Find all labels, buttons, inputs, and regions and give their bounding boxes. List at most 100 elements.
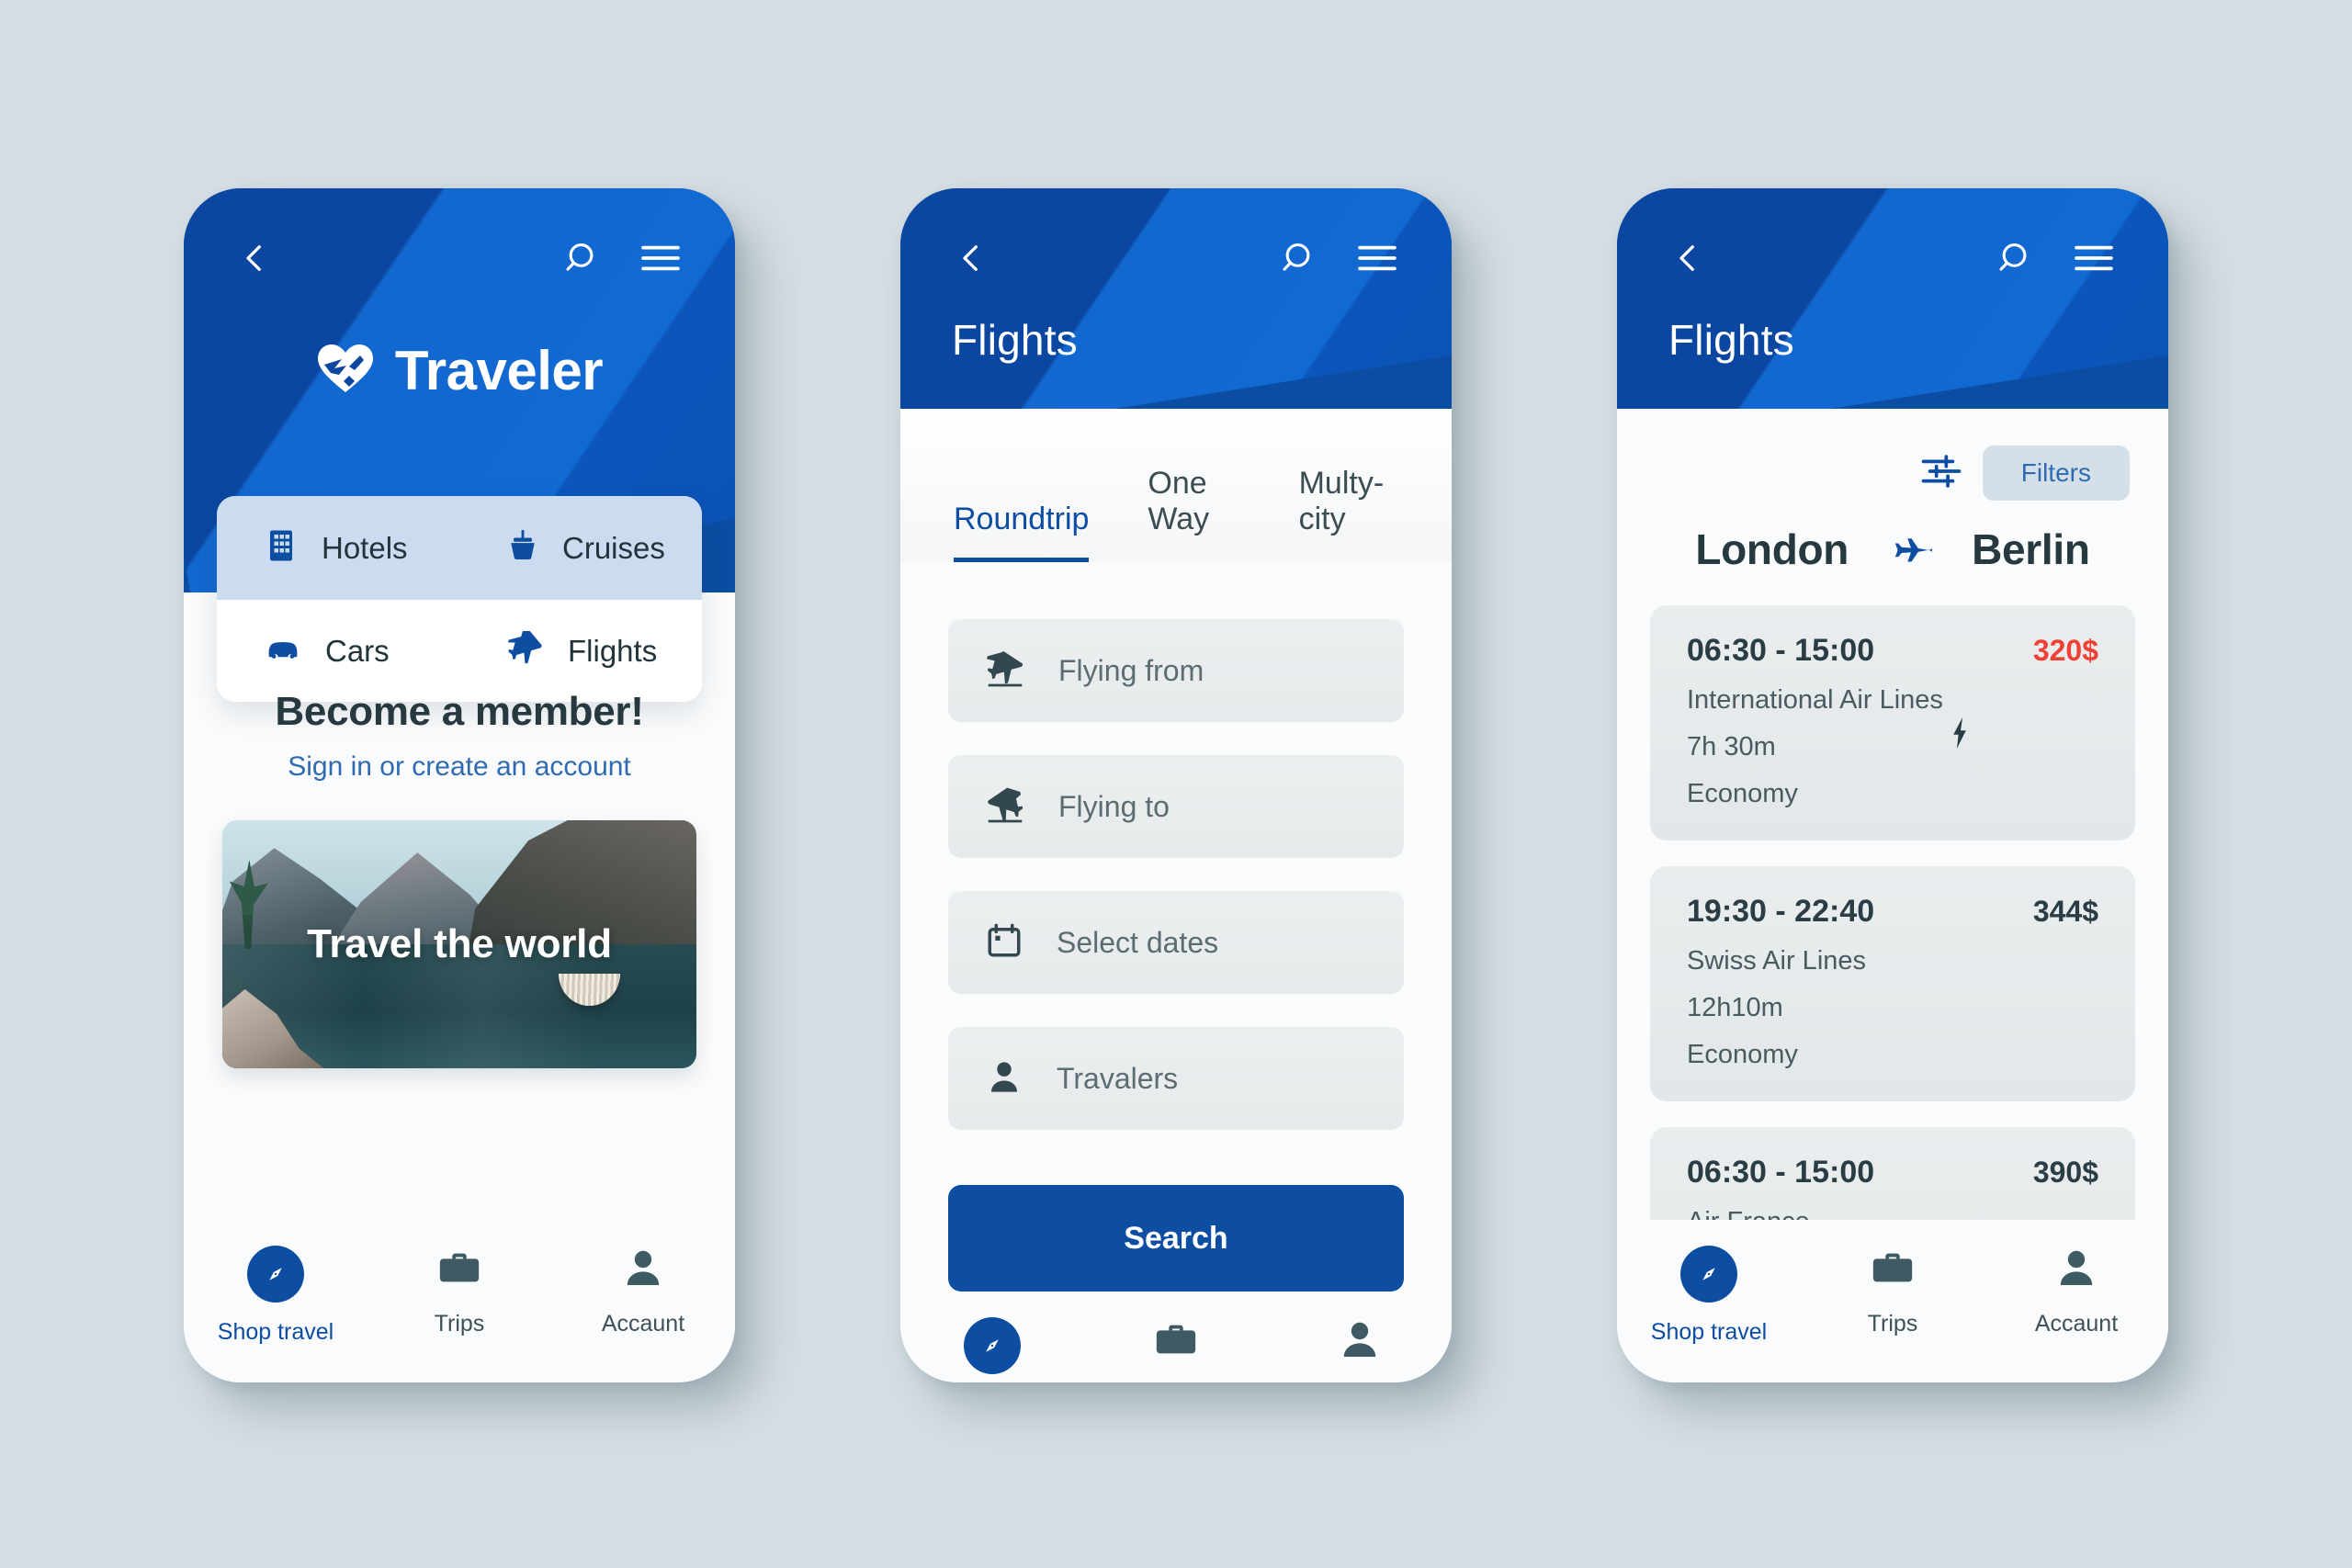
search-icon[interactable] — [1279, 238, 1319, 278]
nav-item-trips[interactable]: Trips — [1093, 1317, 1259, 1382]
flight-results-body: Filters London Berlin 06:30 - 15:00 320$… — [1617, 409, 2168, 1220]
nav-item-shop-travel[interactable]: Shop travel — [910, 1317, 1075, 1382]
flight-price: 344$ — [2032, 895, 2098, 928]
compass-icon — [964, 1317, 1021, 1374]
hamburger-menu-icon[interactable] — [1356, 243, 1398, 274]
nav-label: Shop travel — [1650, 1319, 1768, 1345]
field-placeholder: Select dates — [1057, 925, 1219, 959]
phone-screen-flight-results: Flights Filters London Berlin 06:30 - 15… — [1617, 188, 2168, 1382]
compass-icon — [247, 1246, 304, 1303]
search-icon[interactable] — [1996, 238, 2036, 278]
field-placeholder: Travalers — [1057, 1061, 1179, 1095]
person-icon — [2054, 1246, 2098, 1294]
airplane-icon — [1887, 529, 1933, 570]
nav-item-trips[interactable]: Trips — [377, 1246, 542, 1337]
service-item-flights[interactable]: Flights — [459, 600, 702, 702]
filters-button[interactable]: Filters — [1982, 446, 2130, 501]
flight-results-list: 06:30 - 15:00 320$ International Air Lin… — [1617, 581, 2168, 1220]
nav-label: Accaunt — [2034, 1311, 2119, 1337]
nav-item-shop-travel[interactable]: Shop travel — [1626, 1246, 1792, 1346]
service-label: Hotels — [322, 530, 408, 565]
airplane-takeoff-icon — [985, 650, 1025, 692]
service-item-cruises[interactable]: Cruises — [459, 496, 702, 600]
hamburger-menu-icon[interactable] — [639, 243, 682, 274]
heart-plane-logo-icon — [316, 343, 375, 399]
flight-airline: Swiss Air Lines — [1687, 946, 1867, 976]
nav-label: Accaunt — [601, 1311, 685, 1337]
bottom-navigation: Shop travel Trips Accaunt — [900, 1292, 1452, 1382]
page-title: Flights — [952, 316, 1078, 364]
flight-result-card[interactable]: 19:30 - 22:40 344$ Swiss Air Lines 12h10… — [1650, 866, 2135, 1101]
flight-duration: 7h 30m — [1687, 732, 1776, 761]
header-actions — [1279, 238, 1398, 278]
flights-header: Flights — [1617, 188, 2168, 409]
search-form: Flying from Flying to Select dates Trava… — [900, 562, 1452, 1163]
field-flying-from[interactable]: Flying from — [948, 619, 1404, 722]
tab-multy-city[interactable]: Multy-city — [1299, 466, 1393, 562]
compass-icon — [1680, 1246, 1737, 1303]
flight-search-body: Roundtrip One Way Multy-city Flying from… — [900, 409, 1452, 1292]
car-icon — [265, 635, 301, 667]
flight-result-card[interactable]: 06:30 - 15:00 320$ International Air Lin… — [1650, 605, 2135, 840]
person-icon — [985, 1057, 1023, 1100]
top-bar — [1617, 188, 2168, 278]
briefcase-icon — [1153, 1317, 1199, 1366]
phone-screen-flight-search: Flights Roundtrip One Way Multy-city Fly… — [900, 188, 1452, 1382]
flight-price: 390$ — [2032, 1156, 2098, 1189]
search-button[interactable]: Search — [948, 1185, 1404, 1292]
hero-banner[interactable]: Travel the world — [222, 820, 696, 1068]
service-selector-card: Hotels Cruises Cars Flights — [217, 496, 702, 702]
nav-item-shop-travel[interactable]: Shop travel — [193, 1246, 358, 1346]
tab-roundtrip[interactable]: Roundtrip — [954, 502, 1090, 562]
nav-item-account[interactable]: Accaunt — [560, 1246, 726, 1337]
hotel-building-icon — [265, 527, 298, 569]
page-title: Flights — [1668, 316, 1794, 364]
flight-airline: Air France — [1687, 1207, 2098, 1220]
briefcase-icon — [436, 1246, 482, 1294]
nav-item-account[interactable]: Accaunt — [1277, 1317, 1442, 1382]
flight-time: 19:30 - 22:40 — [1687, 894, 1875, 929]
chevron-left-icon[interactable] — [235, 239, 274, 277]
hero-caption: Travel the world — [307, 921, 612, 966]
nav-label: Shop travel — [217, 1319, 334, 1345]
field-placeholder: Flying from — [1058, 653, 1204, 687]
airplane-landing-icon — [985, 786, 1025, 828]
hamburger-menu-icon[interactable] — [2073, 243, 2115, 274]
brand-lockup: Traveler — [184, 339, 735, 402]
field-flying-to[interactable]: Flying to — [948, 755, 1404, 858]
nav-item-account[interactable]: Accaunt — [1994, 1246, 2159, 1337]
sign-in-link[interactable]: Sign in or create an account — [184, 751, 735, 783]
nav-item-trips[interactable]: Trips — [1810, 1246, 1975, 1337]
field-travelers[interactable]: Travalers — [948, 1027, 1404, 1130]
service-label: Flights — [568, 633, 658, 668]
trip-type-tabs: Roundtrip One Way Multy-city — [900, 409, 1452, 562]
membership-promo: Become a member! Sign in or create an ac… — [184, 689, 735, 783]
phone-screen-home: Traveler Hotels Cruises Cars Flights Bec… — [184, 188, 735, 1382]
flight-time: 06:30 - 15:00 — [1687, 633, 1875, 668]
field-placeholder: Flying to — [1058, 789, 1170, 823]
flights-header: Flights — [900, 188, 1452, 409]
nav-label: Trips — [1867, 1311, 1918, 1337]
lightning-bolt-icon — [1950, 717, 1970, 753]
chevron-left-icon[interactable] — [952, 239, 990, 277]
nav-label: Trips — [434, 1311, 485, 1337]
chevron-left-icon[interactable] — [1668, 239, 1707, 277]
cruise-ship-icon — [507, 527, 538, 569]
flight-duration: 12h10m — [1687, 993, 1783, 1022]
screens-stage: Traveler Hotels Cruises Cars Flights Bec… — [0, 0, 2352, 1568]
tab-one-way[interactable]: One Way — [1148, 466, 1239, 562]
service-label: Cars — [325, 633, 390, 668]
briefcase-icon — [1870, 1246, 1916, 1294]
destination-city: Berlin — [1972, 525, 2090, 573]
calendar-icon — [985, 921, 1023, 964]
flight-result-card[interactable]: 06:30 - 15:00 390$ Air France 7h 30m Eco… — [1650, 1127, 2135, 1220]
route-summary: London Berlin — [1617, 501, 2168, 581]
search-icon[interactable] — [562, 238, 603, 278]
brand-name: Traveler — [394, 340, 604, 401]
field-select-dates[interactable]: Select dates — [948, 891, 1404, 994]
person-icon — [621, 1246, 665, 1294]
service-item-hotels[interactable]: Hotels — [217, 496, 459, 600]
filter-sliders-icon[interactable] — [1920, 453, 1962, 494]
flight-cabin: Economy — [1687, 1040, 1798, 1069]
service-item-cars[interactable]: Cars — [217, 600, 459, 702]
